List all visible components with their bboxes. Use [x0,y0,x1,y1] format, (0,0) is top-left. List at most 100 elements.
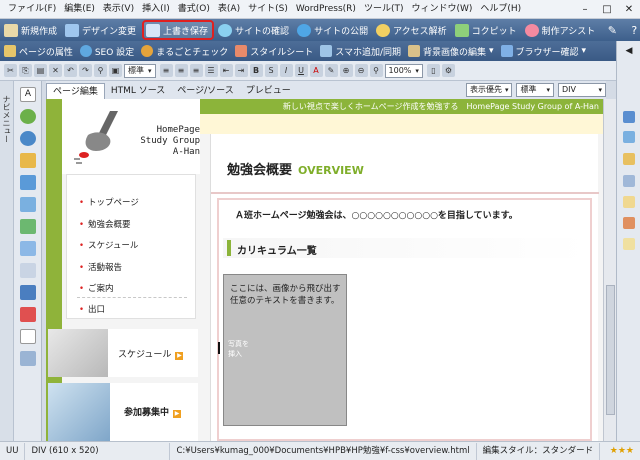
menu-window[interactable]: ウィンドウ(W) [407,0,476,19]
new-page-button[interactable]: 新規作成 [2,20,61,40]
lead-text[interactable]: Ａ班ホームページ勉強会は、○○○○○○○○○○○を目指しています。 [235,208,518,221]
menu-tools[interactable]: ツール(T) [360,0,408,19]
recruit-banner[interactable]: 参加募集中 ▶ [48,383,198,441]
color-icon[interactable] [623,131,635,143]
vertical-scrollbar[interactable] [603,99,616,441]
archive-icon[interactable] [623,238,635,250]
zoom-in-icon[interactable]: ⊕ [339,64,353,77]
page-icon[interactable]: ▯ [426,64,440,77]
table-tool-icon[interactable] [20,241,36,256]
edit-canvas[interactable]: 新しい視点で楽しくホームページ作成を勉強する HomePage Study Gr… [46,99,603,441]
zoom-select[interactable]: 100% ▾ [384,63,423,78]
maximize-button[interactable]: □ [596,0,618,19]
display-priority-select[interactable]: 表示優先 ▾ [465,83,513,97]
link-icon[interactable]: ⚲ [94,64,107,77]
plugin-icon[interactable] [20,307,36,322]
align-right-icon[interactable]: ≡ [189,64,203,77]
menu-insert[interactable]: 挿入(I) [138,0,174,19]
menu-help[interactable]: ヘルプ(H) [476,0,525,19]
close-button[interactable]: ✕ [618,0,640,19]
site-publish-button[interactable]: サイトの公開 [295,20,372,40]
smartphone-button[interactable]: スマホ追加/同期 [318,45,406,58]
schedule-banner[interactable]: スケジュール ▶ [48,329,198,377]
folder-icon[interactable] [20,351,36,366]
bg-image-button[interactable]: 背景画像の編集 ▾ [406,45,499,58]
pin-icon[interactable]: ✎ [601,24,623,37]
link-panel-icon[interactable] [623,175,635,187]
nav-item-exit[interactable]: • 出口 [79,303,105,315]
save-button[interactable]: 上書き保存 [142,20,215,40]
design-change-button[interactable]: デザイン変更 [63,20,140,40]
menu-view[interactable]: 表示(V) [99,0,138,19]
italic-button[interactable]: I [279,64,293,77]
user-green-icon[interactable] [20,109,36,124]
browser-check-button[interactable]: ブラウザー確認 ▾ [499,45,592,58]
assist-button[interactable]: 制作アシスト [523,20,600,40]
menu-file[interactable]: ファイル(F) [4,0,60,19]
bold-button[interactable]: B [249,64,263,77]
logo[interactable]: HomePage Study Group A-Han [62,99,200,174]
minimize-button[interactable]: – [574,0,596,19]
image-tool-icon[interactable] [20,175,36,190]
cockpit-button[interactable]: コクピット [453,20,521,40]
layout-icon[interactable] [20,197,36,212]
scrollbar-thumb[interactable] [606,285,615,415]
brush-icon[interactable] [20,153,36,168]
media-icon[interactable] [20,285,36,300]
page-attr-button[interactable]: ページの属性 [2,45,78,58]
highlight-icon[interactable]: ✎ [324,64,338,77]
help-icon[interactable]: ? [623,24,640,37]
nav-menu-tab[interactable]: ナビメニュー [0,81,14,441]
align-center-icon[interactable]: ≡ [174,64,188,77]
menu-format[interactable]: 書式(O) [174,0,214,19]
menu-wordpress[interactable]: WordPress(R) [292,0,360,19]
menu-table[interactable]: 表(A) [214,0,244,19]
list-icon[interactable]: ☰ [204,64,218,77]
user-blue-icon[interactable] [20,131,36,146]
nav-item-overview[interactable]: • 勉強会概要 [79,218,131,230]
site-check-button[interactable]: サイトの確認 [216,20,293,40]
mode-select[interactable]: 標準 ▾ [516,83,554,97]
tab-html-source[interactable]: HTML ソース [105,83,171,99]
undo-icon[interactable]: ↶ [64,64,77,77]
outdent-icon[interactable]: ⇤ [219,64,233,77]
paste-icon[interactable]: ▤ [34,64,47,77]
seo-button[interactable]: SEO 設定 [78,45,139,58]
nav-item-reports[interactable]: • 活動報告 [79,261,122,273]
image-icon[interactable]: ▣ [109,64,122,77]
text-tool-icon[interactable]: A [20,87,36,102]
nav-item-schedule[interactable]: • スケジュール [79,239,138,251]
font-color-button[interactable]: A [309,64,323,77]
stylesheet-button[interactable]: スタイルシート [233,45,318,58]
align-left-icon[interactable]: ≡ [159,64,173,77]
style-select[interactable]: 標準 ▾ [124,63,156,78]
full-check-button[interactable]: まるごとチェック [139,45,233,58]
nav-item-guide[interactable]: • ご案内 [79,282,114,294]
form-icon[interactable] [20,263,36,278]
edit-panel-icon[interactable] [623,217,635,229]
collapse-icon[interactable]: ◀ [623,45,635,57]
redo-icon[interactable]: ↷ [79,64,92,77]
copy-icon[interactable]: ⎘ [19,64,32,77]
doc-icon[interactable] [20,329,36,344]
search-icon[interactable]: ⚲ [369,64,383,77]
folder-icon[interactable] [623,153,635,165]
section-heading[interactable]: カリキュラム一覧 [223,238,588,258]
property-icon[interactable] [623,111,635,123]
underline-button[interactable]: U [294,64,308,77]
analytics-button[interactable]: アクセス解析 [374,20,451,40]
nav-item-top[interactable]: • トップページ [79,196,139,208]
cut-icon[interactable]: ✂ [4,64,17,77]
indent-icon[interactable]: ⇥ [234,64,248,77]
tab-page-edit[interactable]: ページ編集 [46,83,105,99]
delete-icon[interactable]: ✕ [49,64,62,77]
page-title[interactable]: 勉強会概要 OVERVIEW [227,159,364,178]
file-icon[interactable] [623,196,635,208]
element-select[interactable]: DIV ▾ [558,83,606,97]
image-text-box[interactable]: ここには、画像から飛び出す任意のテキストを書きます。 写真を 挿入 [218,274,347,426]
zoom-out-icon[interactable]: ⊖ [354,64,368,77]
tab-page-source[interactable]: ページ/ソース [171,83,239,99]
tab-preview[interactable]: プレビュー [240,83,297,99]
map-icon[interactable] [20,219,36,234]
menu-site[interactable]: サイト(S) [244,0,292,19]
